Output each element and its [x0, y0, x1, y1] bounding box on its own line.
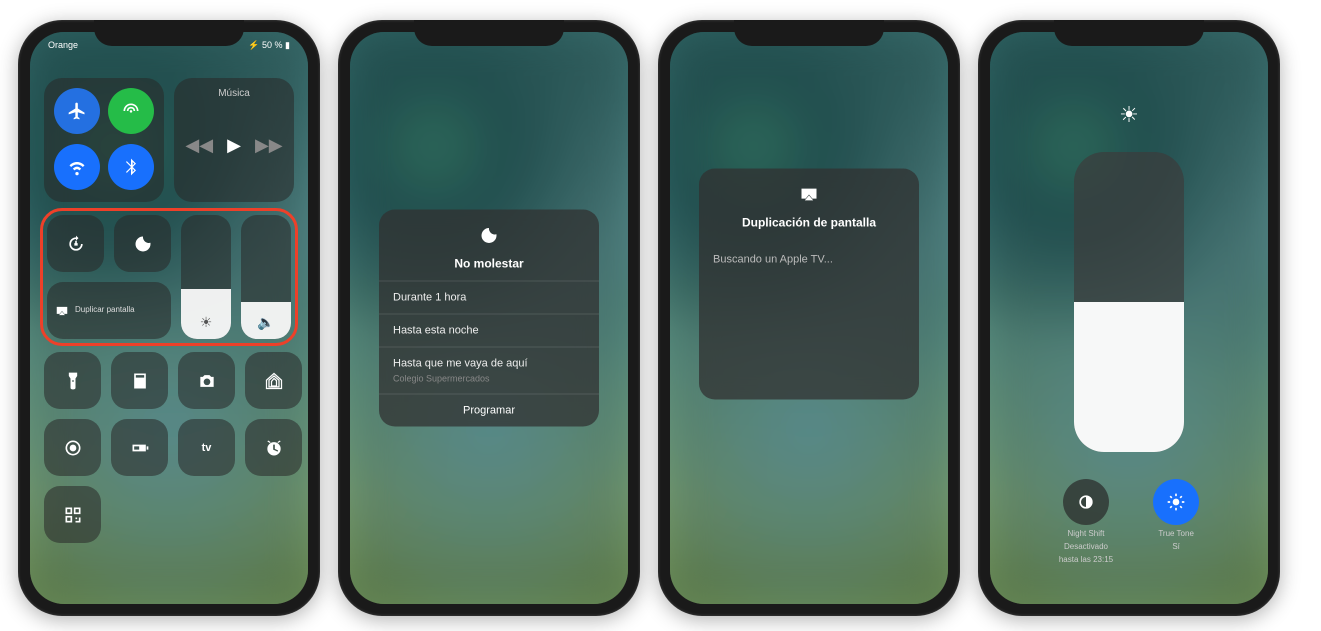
- battery-icon: [130, 438, 150, 458]
- cellular-icon: [121, 101, 141, 121]
- screen: Duplicación de pantalla Buscando un Appl…: [670, 32, 948, 604]
- volume-slider[interactable]: 🔈: [241, 215, 291, 339]
- moon-icon: [133, 234, 153, 254]
- music-module[interactable]: Música ◀◀ ▶ ▶▶: [174, 78, 294, 202]
- screen-mirroring-button[interactable]: Duplicar pantalla: [47, 282, 171, 339]
- bluetooth-icon: [121, 157, 141, 177]
- screen: ☀ Night Shift Desactivado hasta las 23:1…: [990, 32, 1268, 604]
- notch: [414, 20, 564, 46]
- shortcuts-grid: tv: [44, 352, 294, 543]
- flashlight-icon: [63, 371, 83, 391]
- night-shift-status1: Desactivado: [1064, 542, 1108, 551]
- play-button[interactable]: ▶: [227, 135, 241, 156]
- brightness-icon: ☀: [200, 314, 213, 331]
- battery-label: ⚡ 50 % ▮: [248, 40, 290, 51]
- mirror-panel: Duplicación de pantalla Buscando un Appl…: [699, 168, 919, 399]
- do-not-disturb-button[interactable]: [114, 215, 171, 272]
- control-center: Música ◀◀ ▶ ▶▶: [30, 32, 308, 604]
- screen-record-button[interactable]: [44, 419, 101, 476]
- moon-icon: [389, 226, 589, 251]
- orientation-lock-icon: [66, 234, 86, 254]
- brightness-slider-expanded[interactable]: [1074, 152, 1184, 452]
- wifi-toggle[interactable]: [54, 144, 100, 190]
- cellular-toggle[interactable]: [108, 88, 154, 134]
- dnd-panel: No molestar Durante 1 hora Hasta esta no…: [379, 210, 599, 427]
- true-tone-icon: [1166, 492, 1186, 512]
- night-shift-status2: hasta las 23:15: [1059, 555, 1113, 564]
- home-button[interactable]: [245, 352, 302, 409]
- connectivity-module[interactable]: [44, 78, 164, 202]
- home-icon: [264, 371, 284, 391]
- true-tone-status: Sí: [1172, 542, 1180, 551]
- orientation-lock-button[interactable]: [47, 215, 104, 272]
- mirror-panel-title: Duplicación de pantalla: [742, 215, 876, 229]
- screen: No molestar Durante 1 hora Hasta esta no…: [350, 32, 628, 604]
- night-shift-button[interactable]: Night Shift Desactivado hasta las 23:15: [1059, 479, 1113, 564]
- apple-tv-remote-button[interactable]: tv: [178, 419, 235, 476]
- prev-track-button[interactable]: ◀◀: [185, 135, 213, 156]
- dnd-location-sub: Colegio Supermercados: [379, 374, 599, 394]
- night-shift-label: Night Shift: [1068, 529, 1105, 538]
- phone-frame: Duplicación de pantalla Buscando un Appl…: [658, 20, 960, 616]
- camera-icon: [197, 371, 217, 391]
- brightness-slider[interactable]: ☀: [181, 215, 231, 339]
- calculator-button[interactable]: [111, 352, 168, 409]
- screen: Orange ⚡ 50 % ▮ Música ◀◀ ▶ ▶▶: [30, 32, 308, 604]
- volume-icon: 🔈: [257, 314, 274, 331]
- alarm-icon: [264, 438, 284, 458]
- flashlight-button[interactable]: [44, 352, 101, 409]
- dnd-title: No molestar: [454, 257, 523, 271]
- tutorial-highlight: Duplicar pantalla ☀ 🔈: [40, 208, 298, 346]
- notch: [734, 20, 884, 46]
- qr-icon: [63, 505, 83, 525]
- low-power-button[interactable]: [111, 419, 168, 476]
- airplane-icon: [67, 101, 87, 121]
- mirror-icon: [709, 184, 909, 209]
- true-tone-label: True Tone: [1158, 529, 1194, 538]
- notch: [94, 20, 244, 46]
- carrier-label: Orange: [48, 40, 78, 51]
- airplane-mode-toggle[interactable]: [54, 88, 100, 134]
- mirror-label: Duplicar pantalla: [75, 306, 135, 315]
- phone-frame: ☀ Night Shift Desactivado hasta las 23:1…: [978, 20, 1280, 616]
- mirror-searching-label: Buscando un Apple TV...: [699, 239, 919, 279]
- night-shift-icon: [1076, 492, 1096, 512]
- dnd-option-tonight[interactable]: Hasta esta noche: [379, 314, 599, 347]
- camera-button[interactable]: [178, 352, 235, 409]
- phone-frame: Orange ⚡ 50 % ▮ Música ◀◀ ▶ ▶▶: [18, 20, 320, 616]
- next-track-button[interactable]: ▶▶: [255, 135, 283, 156]
- mirror-icon: [55, 304, 69, 318]
- notch: [1054, 20, 1204, 46]
- brightness-icon: ☀: [1119, 102, 1139, 128]
- dnd-option-1hour[interactable]: Durante 1 hora: [379, 281, 599, 314]
- true-tone-button[interactable]: True Tone Sí: [1153, 479, 1199, 564]
- qr-scanner-button[interactable]: [44, 486, 101, 543]
- dnd-schedule-button[interactable]: Programar: [379, 394, 599, 427]
- calculator-icon: [130, 371, 150, 391]
- phone-frame: No molestar Durante 1 hora Hasta esta no…: [338, 20, 640, 616]
- wifi-icon: [67, 157, 87, 177]
- alarm-button[interactable]: [245, 419, 302, 476]
- record-icon: [63, 438, 83, 458]
- music-label: Música: [218, 88, 250, 99]
- bluetooth-toggle[interactable]: [108, 144, 154, 190]
